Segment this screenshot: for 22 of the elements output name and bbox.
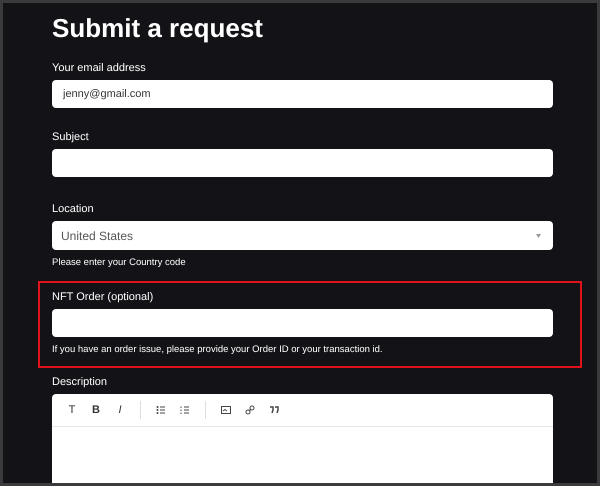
- description-editor[interactable]: T B I: [52, 394, 553, 483]
- format-button[interactable]: I: [108, 404, 132, 416]
- field-label: Description: [52, 375, 108, 389]
- field-hint: Please enter your Country code: [52, 256, 186, 269]
- page-title: Submit a request: [52, 12, 263, 44]
- input-field[interactable]: jenny@gmail.com: [52, 80, 553, 108]
- field-label: Your email address: [52, 61, 146, 75]
- bulleted-list-icon[interactable]: [156, 405, 166, 415]
- field-hint: If you have an order issue, please provide your Order ID or your transaction id.: [52, 343, 383, 356]
- link-icon[interactable]: [245, 405, 255, 415]
- input-field[interactable]: [52, 149, 553, 177]
- format-button[interactable]: B: [84, 404, 108, 416]
- input-field[interactable]: [52, 309, 553, 337]
- quote-icon[interactable]: [269, 405, 279, 415]
- field-label: NFT Order (optional): [52, 290, 154, 304]
- image-icon[interactable]: [221, 405, 231, 415]
- caret-icon: [536, 234, 541, 238]
- location-select[interactable]: United States: [52, 221, 553, 250]
- field-label: Location: [52, 202, 94, 216]
- numbered-list-icon[interactable]: [180, 405, 190, 415]
- format-button[interactable]: T: [60, 404, 84, 416]
- field-label: Subject: [52, 130, 89, 144]
